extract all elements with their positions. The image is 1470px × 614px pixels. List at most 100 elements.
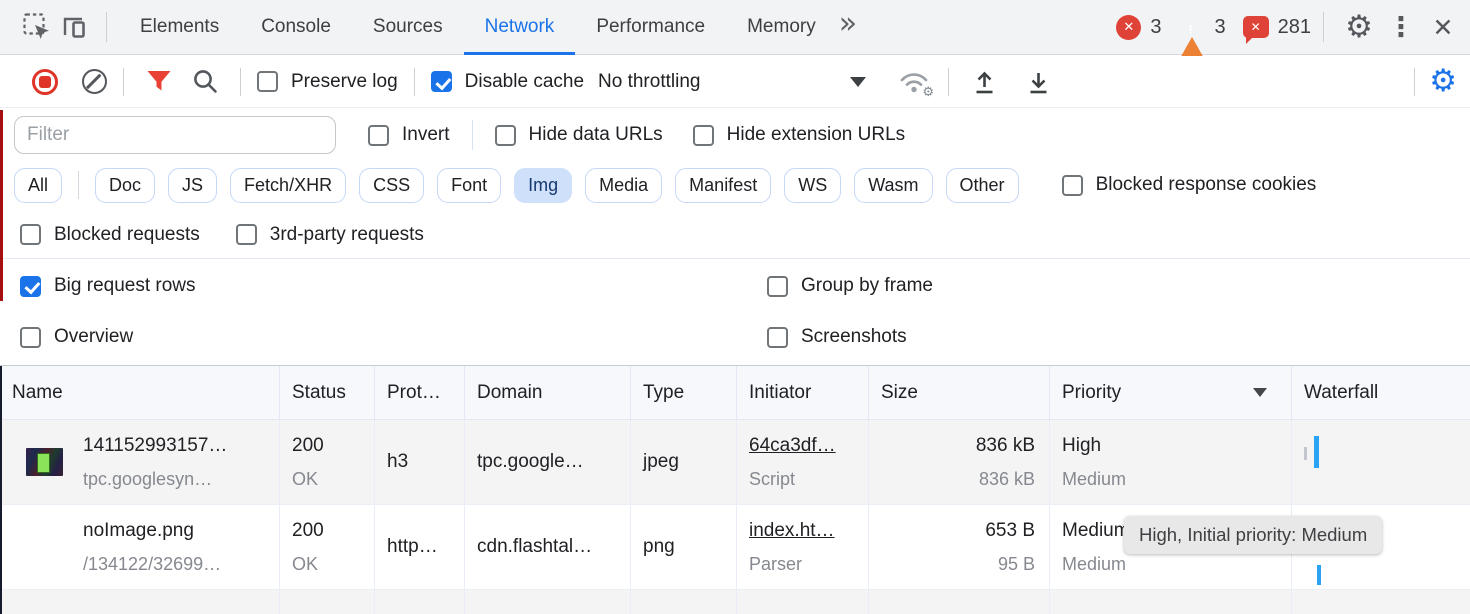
cell-status[interactable]: 200 OK — [280, 505, 375, 589]
checkbox-unchecked[interactable] — [368, 125, 389, 146]
device-toolbar-icon[interactable] — [56, 8, 94, 46]
big-request-rows-checkbox[interactable]: Big request rows — [20, 275, 196, 297]
more-tabs-icon[interactable]: » — [839, 9, 857, 39]
column-header-type[interactable]: Type — [631, 366, 737, 419]
cell-waterfall[interactable] — [1292, 590, 1470, 614]
column-header-name[interactable]: Name — [0, 366, 280, 419]
initiator-link[interactable]: index.ht… — [749, 514, 835, 548]
filter-chip-fetch-xhr[interactable]: Fetch/XHR — [230, 168, 346, 203]
cell-domain[interactable] — [465, 590, 631, 614]
blocked-requests-checkbox[interactable]: Blocked requests — [20, 224, 200, 246]
warning-badge-icon[interactable]: ! — [1179, 15, 1206, 39]
filter-chip-all[interactable]: All — [14, 168, 62, 203]
cell-initiator[interactable]: 64ca3df… Script — [737, 420, 869, 504]
record-network-log-button[interactable] — [32, 69, 58, 95]
column-header-domain[interactable]: Domain — [465, 366, 631, 419]
cell-size[interactable]: 653 B 95 B — [869, 505, 1050, 589]
checkbox-checked[interactable] — [431, 71, 452, 92]
cell-protocol[interactable]: h3 — [375, 420, 465, 504]
error-badge-icon[interactable]: ✕ — [1116, 15, 1141, 40]
checkbox-unchecked[interactable] — [20, 224, 41, 245]
kebab-menu-icon[interactable]: ⋮ — [1382, 8, 1420, 46]
preserve-log-checkbox[interactable]: Preserve log — [257, 71, 398, 93]
filter-chip-js[interactable]: JS — [168, 168, 217, 203]
cell-initiator[interactable]: 64ca3df… — [737, 590, 869, 614]
cell-name[interactable]: 141152993157… tpc.googlesyn… — [0, 420, 280, 504]
column-header-waterfall[interactable]: Waterfall — [1292, 366, 1470, 419]
invert-checkbox[interactable]: Invert — [368, 124, 450, 146]
cell-protocol[interactable] — [375, 590, 465, 614]
cell-size[interactable]: 12.0 kB — [869, 590, 1050, 614]
checkbox-unchecked[interactable] — [20, 327, 41, 348]
search-icon[interactable] — [186, 63, 224, 101]
cell-priority[interactable]: High Medium — [1050, 420, 1292, 504]
network-settings-gear-icon[interactable]: ⚙ — [1429, 66, 1457, 97]
filter-chip-ws[interactable]: WS — [784, 168, 841, 203]
settings-gear-icon[interactable]: ⚙ — [1340, 8, 1378, 46]
disable-cache-checkbox[interactable]: Disable cache — [431, 71, 584, 93]
cell-priority[interactable]: Medium — [1050, 590, 1292, 614]
filter-chip-font[interactable]: Font — [437, 168, 501, 203]
cell-type[interactable]: jpeg — [631, 420, 737, 504]
filter-chip-img[interactable]: Img — [514, 168, 572, 203]
import-har-icon[interactable] — [965, 63, 1003, 101]
hide-data-urls-checkbox[interactable]: Hide data URLs — [495, 124, 663, 146]
filter-chip-manifest[interactable]: Manifest — [675, 168, 771, 203]
third-party-requests-checkbox[interactable]: 3rd-party requests — [236, 224, 424, 246]
cell-name[interactable]: 827299944997… — [0, 590, 280, 614]
filter-chip-doc[interactable]: Doc — [95, 168, 155, 203]
tab-network[interactable]: Network — [464, 0, 576, 55]
cell-initiator[interactable]: index.ht… Parser — [737, 505, 869, 589]
cell-size[interactable]: 836 kB 836 kB — [869, 420, 1050, 504]
checkbox-unchecked[interactable] — [257, 71, 278, 92]
column-header-priority[interactable]: Priority — [1050, 366, 1292, 419]
cell-status[interactable]: 200 OK — [280, 420, 375, 504]
filter-chip-wasm[interactable]: Wasm — [854, 168, 932, 203]
tab-elements[interactable]: Elements — [119, 0, 240, 55]
table-row[interactable]: 141152993157… tpc.googlesyn… 200 OK h3 t… — [0, 420, 1470, 505]
group-by-frame-checkbox[interactable]: Group by frame — [767, 275, 933, 297]
table-row[interactable]: 827299944997… 200 64ca3df… 12.0 kB Mediu… — [0, 590, 1470, 614]
checkbox-unchecked[interactable] — [236, 224, 257, 245]
filter-toggle-icon[interactable] — [140, 63, 178, 101]
export-har-icon[interactable] — [1019, 63, 1057, 101]
column-header-protocol[interactable]: Prot… — [375, 366, 465, 419]
checkbox-unchecked[interactable] — [495, 125, 516, 146]
issues-count[interactable]: 281 — [1278, 16, 1311, 39]
filter-input[interactable] — [14, 116, 336, 154]
error-count[interactable]: 3 — [1150, 16, 1161, 39]
initiator-link[interactable]: 64ca3df… — [749, 429, 836, 463]
warning-count[interactable]: 3 — [1215, 16, 1226, 39]
checkbox-unchecked[interactable] — [693, 125, 714, 146]
inspect-element-icon[interactable] — [18, 8, 56, 46]
cell-status[interactable]: 200 — [280, 590, 375, 614]
cell-name[interactable]: noImage.png /134122/32699… — [0, 505, 280, 589]
checkbox-unchecked[interactable] — [767, 327, 788, 348]
blocked-response-cookies-checkbox[interactable]: Blocked response cookies — [1062, 174, 1317, 196]
checkbox-unchecked[interactable] — [767, 276, 788, 297]
tab-memory[interactable]: Memory — [726, 0, 837, 55]
network-conditions-icon[interactable]: ⚙ — [896, 67, 932, 97]
column-header-status[interactable]: Status — [280, 366, 375, 419]
column-header-size[interactable]: Size — [869, 366, 1050, 419]
tab-sources[interactable]: Sources — [352, 0, 464, 55]
hide-extension-urls-checkbox[interactable]: Hide extension URLs — [693, 124, 905, 146]
checkbox-checked[interactable] — [20, 276, 41, 297]
filter-chip-css[interactable]: CSS — [359, 168, 424, 203]
tab-console[interactable]: Console — [240, 0, 352, 55]
overview-checkbox[interactable]: Overview — [20, 326, 133, 348]
screenshots-checkbox[interactable]: Screenshots — [767, 326, 907, 348]
cell-domain[interactable]: tpc.google… — [465, 420, 631, 504]
filter-chip-media[interactable]: Media — [585, 168, 662, 203]
clear-network-log-button[interactable] — [82, 69, 107, 94]
filter-chip-other[interactable]: Other — [946, 168, 1019, 203]
cell-type[interactable]: png — [631, 505, 737, 589]
cell-protocol[interactable]: http… — [375, 505, 465, 589]
close-devtools-icon[interactable]: ✕ — [1424, 8, 1462, 46]
issues-badge-icon[interactable]: ✕ — [1243, 16, 1269, 38]
cell-waterfall[interactable] — [1292, 420, 1470, 504]
checkbox-unchecked[interactable] — [1062, 175, 1083, 196]
throttling-select[interactable]: No throttling — [598, 71, 866, 93]
column-header-initiator[interactable]: Initiator — [737, 366, 869, 419]
cell-type[interactable] — [631, 590, 737, 614]
